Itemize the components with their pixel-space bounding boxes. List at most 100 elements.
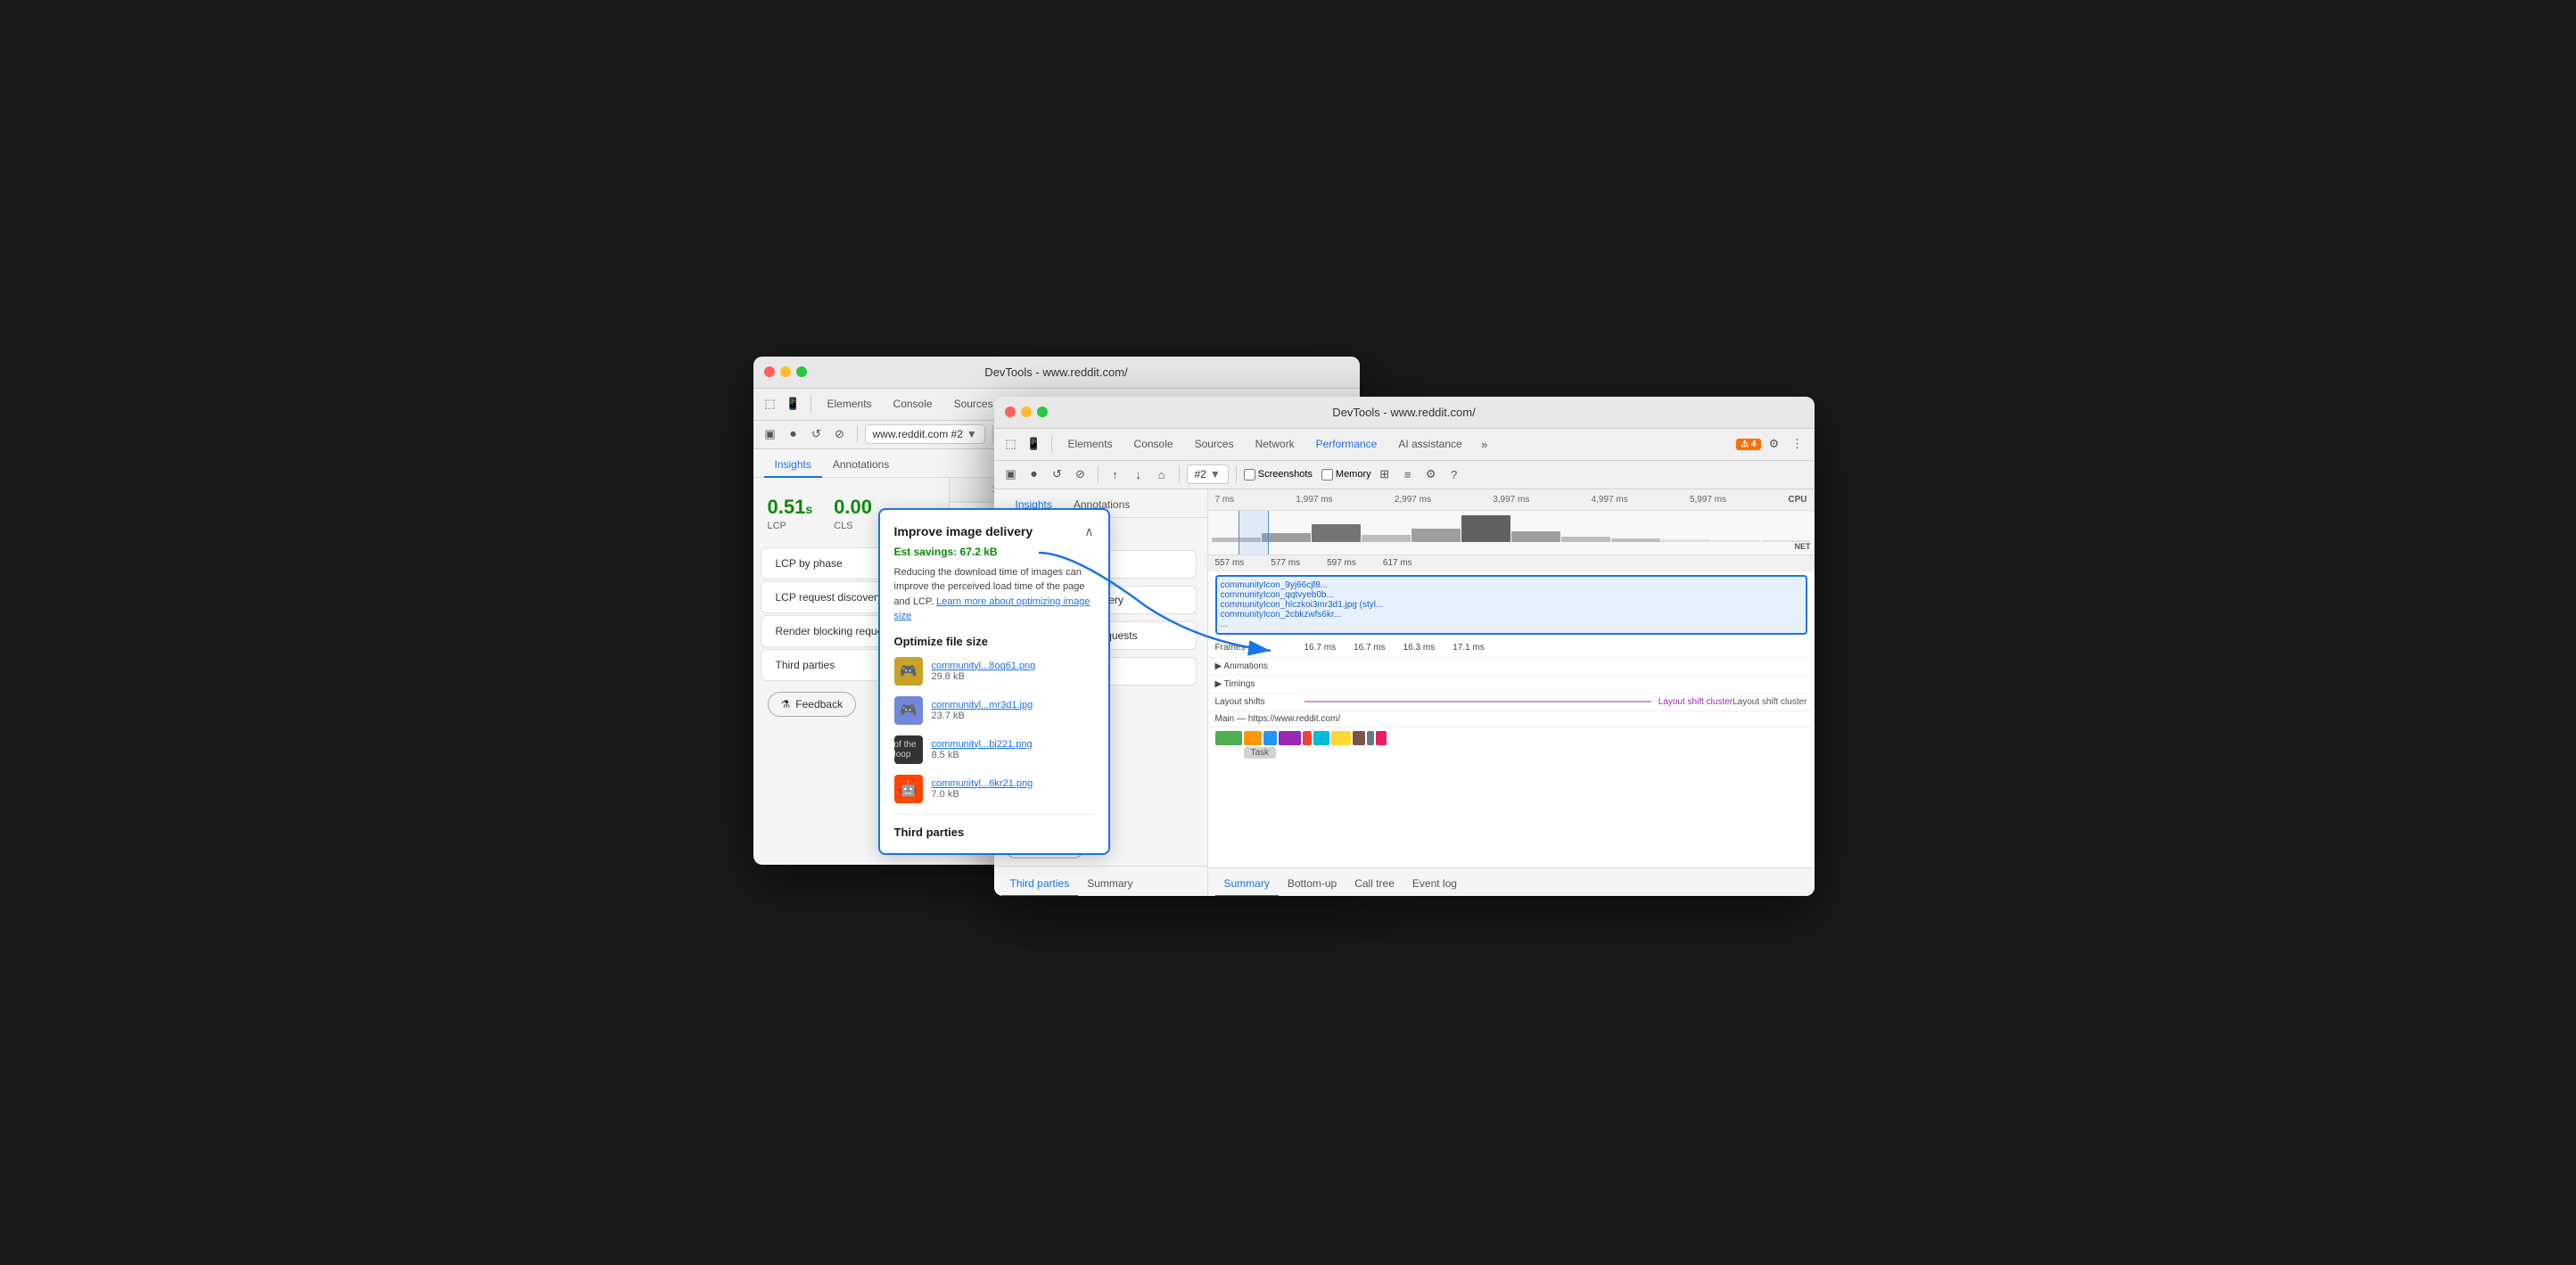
lcp-unit: s [805, 502, 812, 516]
record-icon-front[interactable]: ⏺ [1025, 464, 1044, 484]
tab-console-back[interactable]: Console [885, 394, 942, 414]
popup-item-info-3: communityl...bj221.png 8.5 kB [932, 739, 1094, 760]
inspect-icon-front[interactable]: ⬚ [1001, 434, 1021, 454]
cpu-bars [1208, 511, 1815, 542]
memory-checkbox-front[interactable] [1321, 469, 1333, 481]
tab-network-front[interactable]: Network [1247, 434, 1304, 454]
popup-close-icon[interactable]: ∧ [1084, 524, 1093, 539]
reload-icon-front[interactable]: ↺ [1048, 464, 1067, 484]
tab-ai-front[interactable]: AI assistance [1389, 434, 1470, 454]
front-timeline: 7 ms 1,997 ms 2,997 ms 3,997 ms 4,997 ms… [1208, 489, 1815, 896]
settings-icon-front[interactable]: ⚙ [1765, 434, 1784, 454]
net-label: NET [1795, 542, 1811, 551]
help-icon-front[interactable]: ? [1444, 464, 1464, 484]
annotations-tab-back[interactable]: Annotations [822, 453, 900, 478]
traffic-lights-back[interactable] [764, 366, 807, 377]
time-5997: 5,997 ms [1690, 495, 1726, 505]
popup-item-1[interactable]: 🎮 communityl...8oq61.png 29.8 kB [894, 657, 1094, 686]
region-557: 557 ms [1215, 558, 1245, 568]
popup-item-link-2[interactable]: communityl...mr3d1.jpg [932, 700, 1094, 711]
throttle-icon-front[interactable]: ≡ [1398, 464, 1418, 484]
tab-elements-back[interactable]: Elements [819, 394, 881, 414]
record-icon-back[interactable]: ⏺ [784, 424, 803, 444]
flask-icon-back: ⚗ [781, 698, 791, 711]
maximize-button-back[interactable] [796, 366, 807, 377]
close-button-front[interactable] [1005, 407, 1016, 417]
front-eventlog-btab[interactable]: Event log [1403, 872, 1466, 896]
url-text-front: #2 [1195, 468, 1206, 481]
front-window-title: DevTools - www.reddit.com/ [1332, 406, 1475, 419]
popup-item-3[interactable]: of the loop communityl...bj221.png 8.5 k… [894, 735, 1094, 764]
memory-check-front[interactable]: Memory [1321, 469, 1371, 481]
popup-item-link-3[interactable]: communityl...bj221.png [932, 739, 1094, 750]
settings-icon-front2[interactable]: ⚙ [1421, 464, 1441, 484]
capture-icon-front[interactable]: ⊞ [1375, 464, 1395, 484]
inspect-icon[interactable]: ⬚ [761, 394, 780, 414]
popup-savings: Est savings: 67.2 kB [894, 546, 1094, 558]
memory-label-front: Memory [1336, 469, 1371, 480]
timings-label-front: ▶ Timings [1215, 679, 1304, 689]
download-icon-front[interactable]: ↓ [1129, 464, 1148, 484]
popup-third-parties: Third parties [894, 814, 1094, 839]
device-icon-front[interactable]: 📱 [1025, 434, 1044, 454]
front-summary-tab[interactable]: Third parties [1001, 872, 1079, 896]
maximize-button-front[interactable] [1037, 407, 1048, 417]
front-summary-btab[interactable]: Summary [1215, 872, 1279, 896]
main-row-front: Main — https://www.reddit.com/ [1208, 711, 1815, 727]
lcp-label: LCP [768, 521, 813, 531]
cpu-b5 [1411, 529, 1461, 542]
front-bottom-tabs-right: Summary Bottom-up Call tree Event log [1208, 867, 1815, 896]
minimize-button-front[interactable] [1021, 407, 1032, 417]
popup-panel: Improve image delivery ∧ Est savings: 67… [878, 508, 1110, 855]
screenshots-check-front[interactable]: Screenshots [1244, 469, 1313, 481]
popup-item-link-4[interactable]: communityl...6kr21.png [932, 778, 1094, 789]
tab-sources-front[interactable]: Sources [1186, 434, 1243, 454]
device-icon[interactable]: 📱 [784, 394, 803, 414]
front-bottomup-btab[interactable]: Bottom-up [1279, 872, 1346, 896]
sidebar-icon-front[interactable]: ▣ [1001, 464, 1021, 484]
screenshots-checkbox-front[interactable] [1244, 469, 1255, 481]
feedback-button-back[interactable]: ⚗ Feedback [768, 692, 856, 717]
tb4 [1279, 731, 1301, 745]
popup-desc: Reducing the download time of images can… [894, 565, 1094, 624]
layout-shift-cluster: Layout shift cluster [1658, 697, 1732, 707]
more-menu-front[interactable]: ⋮ [1788, 434, 1807, 454]
popup-item-4[interactable]: 🤖 communityl...6kr21.png 7.0 kB [894, 775, 1094, 803]
home-icon-front[interactable]: ⌂ [1152, 464, 1172, 484]
front-sep-5 [1236, 465, 1237, 483]
layout-shifts-bar-front [1304, 701, 1651, 702]
region-labels: 557 ms 577 ms 597 ms 617 ms [1208, 555, 1815, 571]
minimize-button-back[interactable] [780, 366, 791, 377]
tab-performance-front[interactable]: Performance [1307, 434, 1387, 454]
close-button-back[interactable] [764, 366, 775, 377]
insights-tab-back[interactable]: Insights [764, 453, 822, 478]
cls-label: CLS [834, 521, 872, 531]
reload-icon-back[interactable]: ↺ [807, 424, 827, 444]
popup-img-3: of the loop [894, 735, 923, 764]
front-calltree-btab[interactable]: Call tree [1346, 872, 1403, 896]
cls-metric: 0.00 CLS [834, 496, 872, 531]
tab-elements-front[interactable]: Elements [1059, 434, 1122, 454]
more-tabs-front[interactable]: » [1475, 434, 1494, 454]
url-text-back: www.reddit.com #2 [873, 428, 963, 440]
url-input-back[interactable]: www.reddit.com #2 ▼ [865, 424, 985, 444]
frames-label-front: Frames [1215, 643, 1304, 653]
region-597: 597 ms [1327, 558, 1356, 568]
clear-icon-back[interactable]: ⊘ [830, 424, 850, 444]
front-summary-label[interactable]: Summary [1078, 872, 1141, 896]
cls-value: 0.00 [834, 496, 872, 519]
traffic-lights-front[interactable] [1005, 407, 1048, 417]
popup-item-link-1[interactable]: communityl...8oq61.png [932, 661, 1094, 671]
upload-icon-front[interactable]: ↑ [1106, 464, 1125, 484]
frame-v2: 16.7 ms [1354, 643, 1386, 653]
frame-v1: 16.7 ms [1304, 643, 1337, 653]
url-input-front[interactable]: #2 ▼ [1187, 464, 1229, 484]
task-area-front: Task [1208, 727, 1815, 867]
popup-item-2[interactable]: 🎮 communityl...mr3d1.jpg 23.7 kB [894, 696, 1094, 725]
clear-icon-front[interactable]: ⊘ [1071, 464, 1090, 484]
tab-console-front[interactable]: Console [1125, 434, 1182, 454]
chip-1: communityIcon_9yj66cjf8... [1221, 580, 1802, 590]
sidebar-icon-back[interactable]: ▣ [761, 424, 780, 444]
layout-shifts-label-front: Layout shifts [1215, 697, 1304, 707]
tb10 [1376, 731, 1387, 745]
